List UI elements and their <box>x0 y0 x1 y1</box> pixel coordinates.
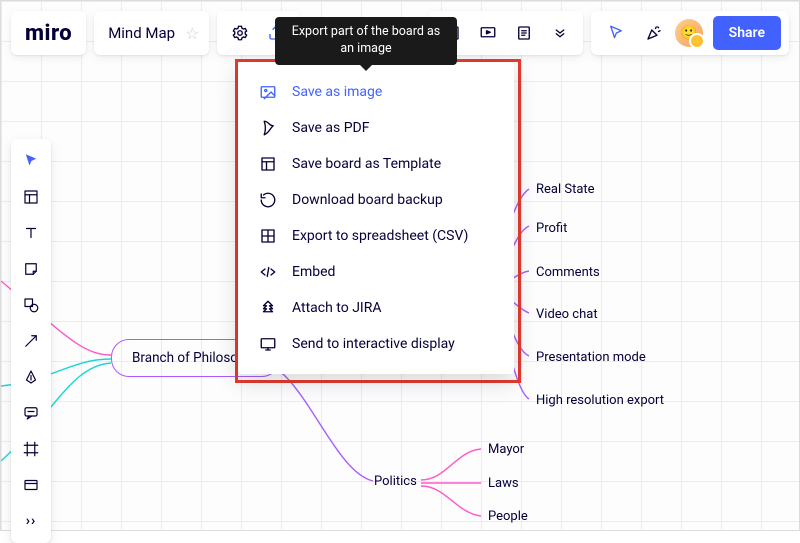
templates-tool[interactable] <box>13 179 49 215</box>
template-icon <box>258 154 278 174</box>
pen-icon <box>22 368 40 386</box>
mindmap-leaf[interactable]: Real State <box>536 182 595 197</box>
more-tools[interactable]: ›› <box>13 503 49 539</box>
select-tool[interactable] <box>13 143 49 179</box>
export-menu-highlight: Save as image Save as PDF Save board as … <box>235 59 521 383</box>
mindmap-leaf[interactable]: Video chat <box>536 307 598 322</box>
frame-tool[interactable] <box>13 431 49 467</box>
arrow-icon <box>22 332 40 350</box>
menu-item-label: Export to spreadsheet (CSV) <box>292 228 468 244</box>
presentation-button[interactable] <box>471 16 505 50</box>
menu-item-label: Send to interactive display <box>292 336 455 352</box>
spreadsheet-icon <box>258 226 278 246</box>
text-tool[interactable] <box>13 215 49 251</box>
reactions-button[interactable] <box>637 16 671 50</box>
frame-icon <box>22 440 40 458</box>
cursor-tracking-button[interactable] <box>599 16 633 50</box>
export-tooltip: Export part of the board as an image <box>275 17 457 65</box>
mindmap-leaf[interactable]: Presentation mode <box>536 350 646 365</box>
mindmap-leaf[interactable]: People <box>488 509 528 524</box>
menu-item-label: Save board as Template <box>292 156 441 172</box>
share-label: Share <box>729 25 765 41</box>
mindmap-leaf[interactable]: Comments <box>536 265 600 280</box>
more-view-tools[interactable] <box>543 16 577 50</box>
menu-item-interactive-display[interactable]: Send to interactive display <box>242 326 510 362</box>
upload-tool[interactable] <box>13 467 49 503</box>
shape-tool[interactable] <box>13 287 49 323</box>
menu-item-attach-jira[interactable]: Attach to JIRA <box>242 290 510 326</box>
menu-item-label: Download board backup <box>292 192 443 208</box>
comment-icon <box>22 404 40 422</box>
export-menu: Save as image Save as PDF Save board as … <box>238 62 514 374</box>
layout-icon <box>22 188 40 206</box>
menu-item-label: Embed <box>292 264 335 280</box>
sticky-tool[interactable] <box>13 251 49 287</box>
mindmap-leaf[interactable]: Mayor <box>488 442 524 457</box>
backup-icon <box>258 190 278 210</box>
presentation-icon <box>479 24 497 42</box>
gear-icon <box>231 24 249 42</box>
jira-icon <box>258 298 278 318</box>
tool-palette: ›› <box>11 139 51 543</box>
pointer-icon <box>22 152 40 170</box>
line-tool[interactable] <box>13 323 49 359</box>
menu-item-label: Save as PDF <box>292 120 370 136</box>
notes-button[interactable] <box>507 16 541 50</box>
embed-icon <box>258 262 278 282</box>
display-icon <box>258 334 278 354</box>
notes-icon <box>515 24 533 42</box>
text-icon <box>22 224 40 242</box>
menu-item-download-backup[interactable]: Download board backup <box>242 182 510 218</box>
mindmap-leaf[interactable]: High resolution export <box>536 393 664 408</box>
board-title-chip[interactable]: Mind Map ☆ <box>94 11 209 55</box>
sticky-note-icon <box>22 260 40 278</box>
pen-tool[interactable] <box>13 359 49 395</box>
menu-item-export-csv[interactable]: Export to spreadsheet (CSV) <box>242 218 510 254</box>
card-icon <box>22 476 40 494</box>
pdf-icon <box>258 118 278 138</box>
menu-item-save-image[interactable]: Save as image <box>242 74 510 110</box>
menu-item-save-pdf[interactable]: Save as PDF <box>242 110 510 146</box>
comment-tool[interactable] <box>13 395 49 431</box>
board-title: Mind Map <box>108 24 175 42</box>
confetti-icon <box>645 24 663 42</box>
share-button[interactable]: Share <box>713 16 781 50</box>
cursor-icon <box>607 24 625 42</box>
user-avatar[interactable]: 🙂 <box>675 19 703 47</box>
shapes-icon <box>22 296 40 314</box>
menu-item-label: Save as image <box>292 84 382 100</box>
app-logo[interactable]: miro <box>11 11 86 55</box>
mindmap-leaf[interactable]: Laws <box>488 476 519 491</box>
star-icon[interactable]: ☆ <box>185 24 199 43</box>
menu-item-save-template[interactable]: Save board as Template <box>242 146 510 182</box>
collab-group: 🙂 Share <box>591 11 789 55</box>
mindmap-leaf[interactable]: Profit <box>536 221 567 236</box>
settings-button[interactable] <box>223 16 257 50</box>
menu-item-embed[interactable]: Embed <box>242 254 510 290</box>
chevrons-down-icon <box>551 24 569 42</box>
menu-item-label: Attach to JIRA <box>292 300 382 316</box>
image-icon <box>258 82 278 102</box>
mindmap-node-politics[interactable]: Politics <box>374 474 417 489</box>
